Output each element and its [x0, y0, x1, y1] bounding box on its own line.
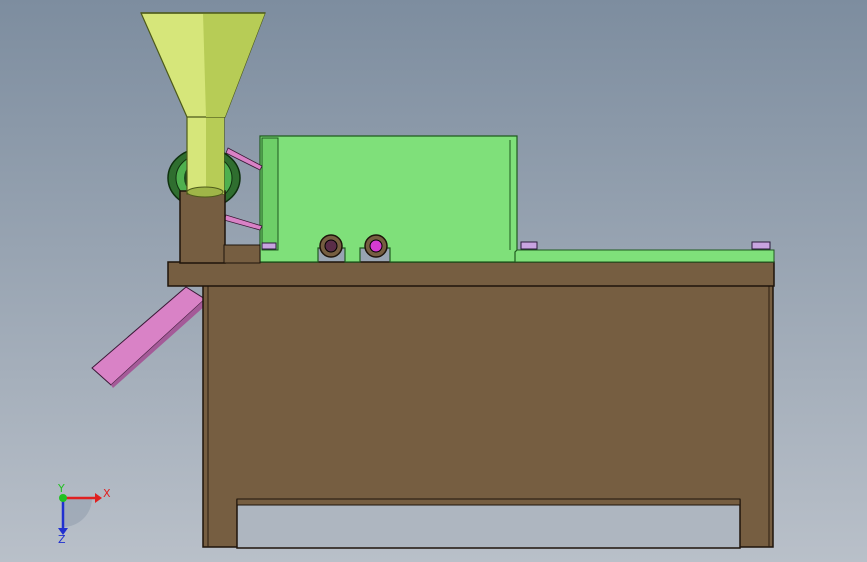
y-axis-dot [59, 494, 67, 502]
y-axis-label: Y [57, 482, 65, 495]
triad-arc [63, 498, 92, 527]
hopper-shade [203, 13, 265, 117]
bearing-left[interactable] [319, 234, 343, 258]
tank-inner-wall [261, 137, 279, 251]
deck-strip [514, 249, 775, 263]
bolt-mid [520, 241, 538, 250]
belt-lower [223, 214, 263, 231]
bolt-right [751, 241, 771, 250]
hopper-stem-shade [206, 116, 224, 194]
discharge-chute[interactable] [91, 286, 206, 386]
frame-leg-gap [236, 499, 741, 549]
cad-viewport[interactable]: X Y Z [0, 0, 867, 562]
x-axis-label: X [103, 487, 111, 500]
top-plate[interactable] [167, 261, 775, 287]
bottom-rail [236, 498, 741, 506]
coordinate-triad[interactable]: X Y Z [57, 482, 111, 546]
z-axis-label: Z [58, 533, 66, 546]
x-axis-arrow [95, 493, 102, 503]
bearing-right[interactable] [364, 234, 388, 258]
support-column[interactable] [179, 190, 226, 264]
hopper-stem-end [186, 186, 224, 198]
column-step [223, 244, 261, 264]
tank-housing[interactable] [259, 135, 518, 263]
bolt-left [261, 242, 277, 250]
model-canvas[interactable]: X Y Z [0, 0, 867, 562]
